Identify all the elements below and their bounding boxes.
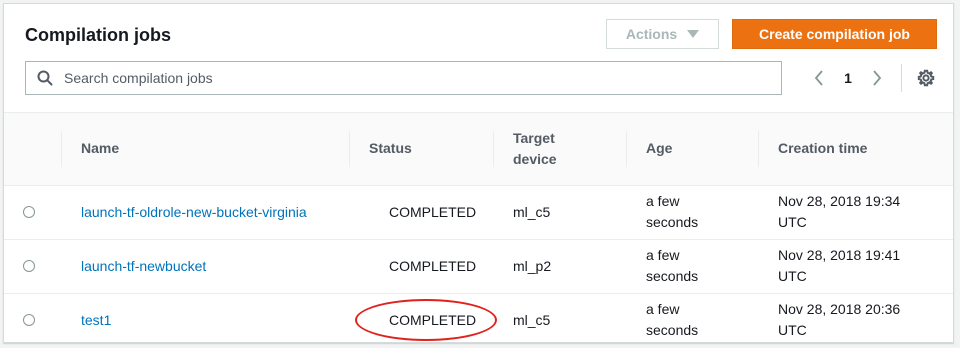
row-select-cell — [4, 239, 61, 293]
job-name-link[interactable]: launch-tf-newbucket — [81, 258, 206, 274]
target-device-cell: ml_c5 — [513, 311, 551, 328]
create-compilation-job-button[interactable]: Create compilation job — [732, 19, 937, 49]
pager-divider — [901, 64, 902, 92]
creation-time-cell: Nov 28, 2018 19:41 UTC — [778, 247, 901, 284]
gear-icon — [917, 69, 935, 87]
row-radio-button[interactable] — [23, 260, 35, 272]
select-column-header — [4, 113, 61, 185]
status-cell: COMPLETED — [389, 257, 477, 274]
chevron-right-icon — [873, 70, 882, 86]
table-row[interactable]: launch-tf-oldrole-new-bucket-virginia CO… — [4, 185, 953, 239]
column-header-target-device[interactable]: Target device — [493, 113, 626, 185]
name-cell: launch-tf-oldrole-new-bucket-virginia — [61, 185, 349, 239]
name-cell: launch-tf-newbucket — [61, 239, 349, 293]
job-name-link[interactable]: test1 — [81, 312, 111, 328]
age-cell: a few seconds — [646, 193, 699, 230]
previous-page-button[interactable] — [807, 70, 831, 86]
next-page-button[interactable] — [865, 70, 889, 86]
row-radio-button[interactable] — [23, 206, 35, 218]
table-header-row: Name Status Target device Age Creation t… — [4, 113, 953, 185]
status-cell: COMPLETED — [349, 293, 497, 347]
column-header-name[interactable]: Name — [61, 113, 349, 185]
name-cell: test1 — [61, 293, 349, 347]
caret-down-icon — [687, 30, 700, 38]
column-header-age[interactable]: Age — [626, 113, 758, 185]
row-select-cell — [4, 185, 61, 239]
age-cell: a few seconds — [646, 301, 699, 339]
search-box — [25, 61, 782, 95]
current-page-number[interactable]: 1 — [831, 70, 865, 86]
job-name-link[interactable]: launch-tf-oldrole-new-bucket-virginia — [81, 204, 307, 220]
creation-time-cell: Nov 28, 2018 20:36 UTC — [778, 301, 901, 339]
status-text: COMPLETED — [389, 311, 477, 328]
column-header-creation-time[interactable]: Creation time — [758, 113, 953, 185]
chevron-left-icon — [814, 70, 823, 86]
table-row[interactable]: test1 COMPLETED ml_c5 a few seconds Nov … — [4, 293, 953, 347]
age-cell: a few seconds — [646, 247, 699, 284]
column-header-status[interactable]: Status — [349, 113, 493, 185]
target-device-cell: ml_c5 — [513, 203, 551, 220]
page-title: Compilation jobs — [25, 25, 171, 45]
compilation-jobs-table: Name Status Target device Age Creation t… — [4, 113, 953, 347]
preferences-button[interactable] — [914, 69, 938, 87]
search-icon — [37, 70, 53, 86]
compilation-jobs-panel: Compilation jobs Actions Create compilat… — [3, 3, 954, 343]
target-device-cell: ml_p2 — [513, 257, 552, 274]
creation-time-cell: Nov 28, 2018 19:34 UTC — [778, 193, 901, 230]
row-select-cell — [4, 293, 61, 347]
search-input[interactable] — [62, 69, 746, 87]
actions-label: Actions — [625, 26, 678, 42]
row-radio-button[interactable] — [23, 314, 35, 327]
pagination: 1 — [807, 64, 938, 92]
table-row[interactable]: launch-tf-newbucket COMPLETED ml_p2 a fe… — [4, 239, 953, 293]
status-cell: COMPLETED — [389, 203, 477, 220]
actions-button[interactable]: Actions — [606, 19, 719, 49]
